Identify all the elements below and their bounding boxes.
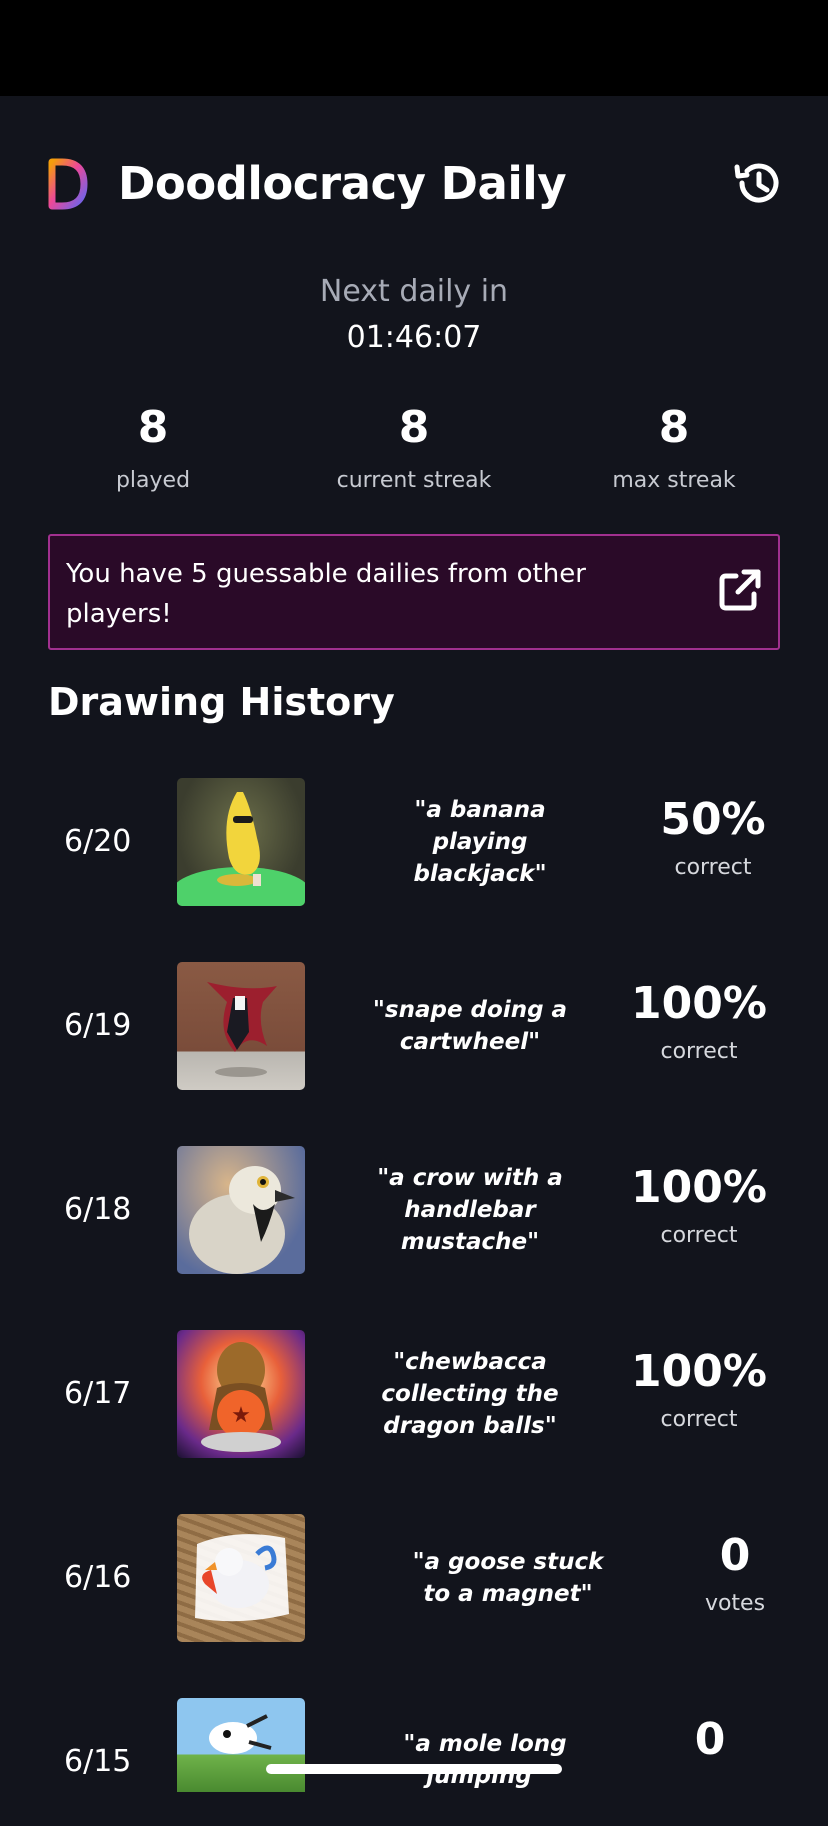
row-prompt: "a banana playing blackjack" <box>413 797 547 887</box>
status-bar <box>0 0 828 96</box>
next-daily-countdown: Next daily in 01:46:07 <box>0 272 828 358</box>
drawing-history-title: Drawing History <box>48 680 395 724</box>
stat-max-streak: 8 max streak <box>564 396 784 496</box>
row-date: 6/18 <box>64 1192 132 1227</box>
svg-text:★: ★ <box>231 1403 251 1428</box>
countdown-timer: 01:46:07 <box>346 320 482 355</box>
stat-label: played <box>115 468 191 493</box>
row-prompt: "chewbacca collecting the dragon balls" <box>381 1349 559 1439</box>
row-date: 6/17 <box>64 1376 132 1411</box>
score-label: correct <box>660 1407 738 1432</box>
guessable-dailies-banner[interactable]: You have 5 guessable dailies from other … <box>48 534 780 650</box>
app-title: Doodlocracy Daily <box>118 157 567 210</box>
history-row-6-15[interactable]: 6/15 "a mole long jumping" 0 <box>0 1698 828 1826</box>
history-row-6-20[interactable]: 6/20 "a banana playing blackjack" 50% co… <box>0 778 828 906</box>
countdown-label: Next daily in <box>319 274 509 309</box>
row-score: 0 votes <box>655 1526 815 1620</box>
stat-played: 8 played <box>43 396 263 496</box>
drawing-thumbnail-banana <box>177 778 305 906</box>
row-prompt: "a goose stuck to a magnet" <box>412 1549 604 1607</box>
app-header: Doodlocracy Daily <box>48 150 784 220</box>
external-link-icon <box>719 569 761 611</box>
drawing-thumbnail-chewbacca: ★ <box>177 1330 305 1458</box>
score-value: 50% <box>660 794 766 845</box>
row-date: 6/19 <box>64 1008 132 1043</box>
history-row-6-18[interactable]: 6/18 "a crow with a handlebar mustache" … <box>0 1146 828 1274</box>
row-date: 6/15 <box>64 1744 132 1779</box>
row-date: 6/16 <box>64 1560 132 1595</box>
score-value: 0 <box>694 1714 726 1765</box>
score-value: 0 <box>719 1530 751 1581</box>
drawing-thumbnail-snape <box>177 962 305 1090</box>
doodlocracy-logo-icon <box>48 158 88 210</box>
score-value: 100% <box>631 1346 767 1397</box>
stat-label: max streak <box>612 468 736 493</box>
row-score: 50% correct <box>633 790 793 884</box>
drawing-thumbnail-goose <box>177 1514 305 1642</box>
row-prompt: "a crow with a handlebar mustache" <box>377 1165 563 1255</box>
stat-label: current streak <box>336 468 492 493</box>
banner-text: You have 5 guessable dailies from other … <box>66 559 586 629</box>
drawing-thumbnail-mole <box>177 1698 305 1792</box>
stat-value: 8 <box>137 402 169 453</box>
score-value: 100% <box>631 978 767 1029</box>
score-label: correct <box>660 1223 738 1248</box>
history-row-6-17[interactable]: 6/17 ★ "chewbacca collecting the dragon … <box>0 1330 828 1458</box>
stat-current-streak: 8 current streak <box>304 396 524 496</box>
score-label: votes <box>704 1591 766 1616</box>
history-icon[interactable] <box>730 156 784 210</box>
home-indicator[interactable] <box>266 1764 562 1774</box>
history-row-6-16[interactable]: 6/16 "a goose stuck to a magnet" 0 votes <box>0 1514 828 1642</box>
row-prompt: "snape doing a cartwheel" <box>372 997 568 1055</box>
score-value: 100% <box>631 1162 767 1213</box>
row-score: 100% correct <box>619 1342 779 1436</box>
stat-value: 8 <box>658 402 690 453</box>
row-score: 100% correct <box>619 1158 779 1252</box>
score-label: correct <box>674 855 752 880</box>
row-score: 0 <box>630 1710 790 1772</box>
history-row-6-19[interactable]: 6/19 "snape doing a cartwheel" 100% corr… <box>0 962 828 1090</box>
score-label: correct <box>660 1039 738 1064</box>
row-prompt: "a mole long jumping" <box>403 1731 567 1789</box>
stat-value: 8 <box>398 402 430 453</box>
drawing-thumbnail-crow <box>177 1146 305 1274</box>
row-date: 6/20 <box>64 824 132 859</box>
row-score: 100% correct <box>619 974 779 1068</box>
